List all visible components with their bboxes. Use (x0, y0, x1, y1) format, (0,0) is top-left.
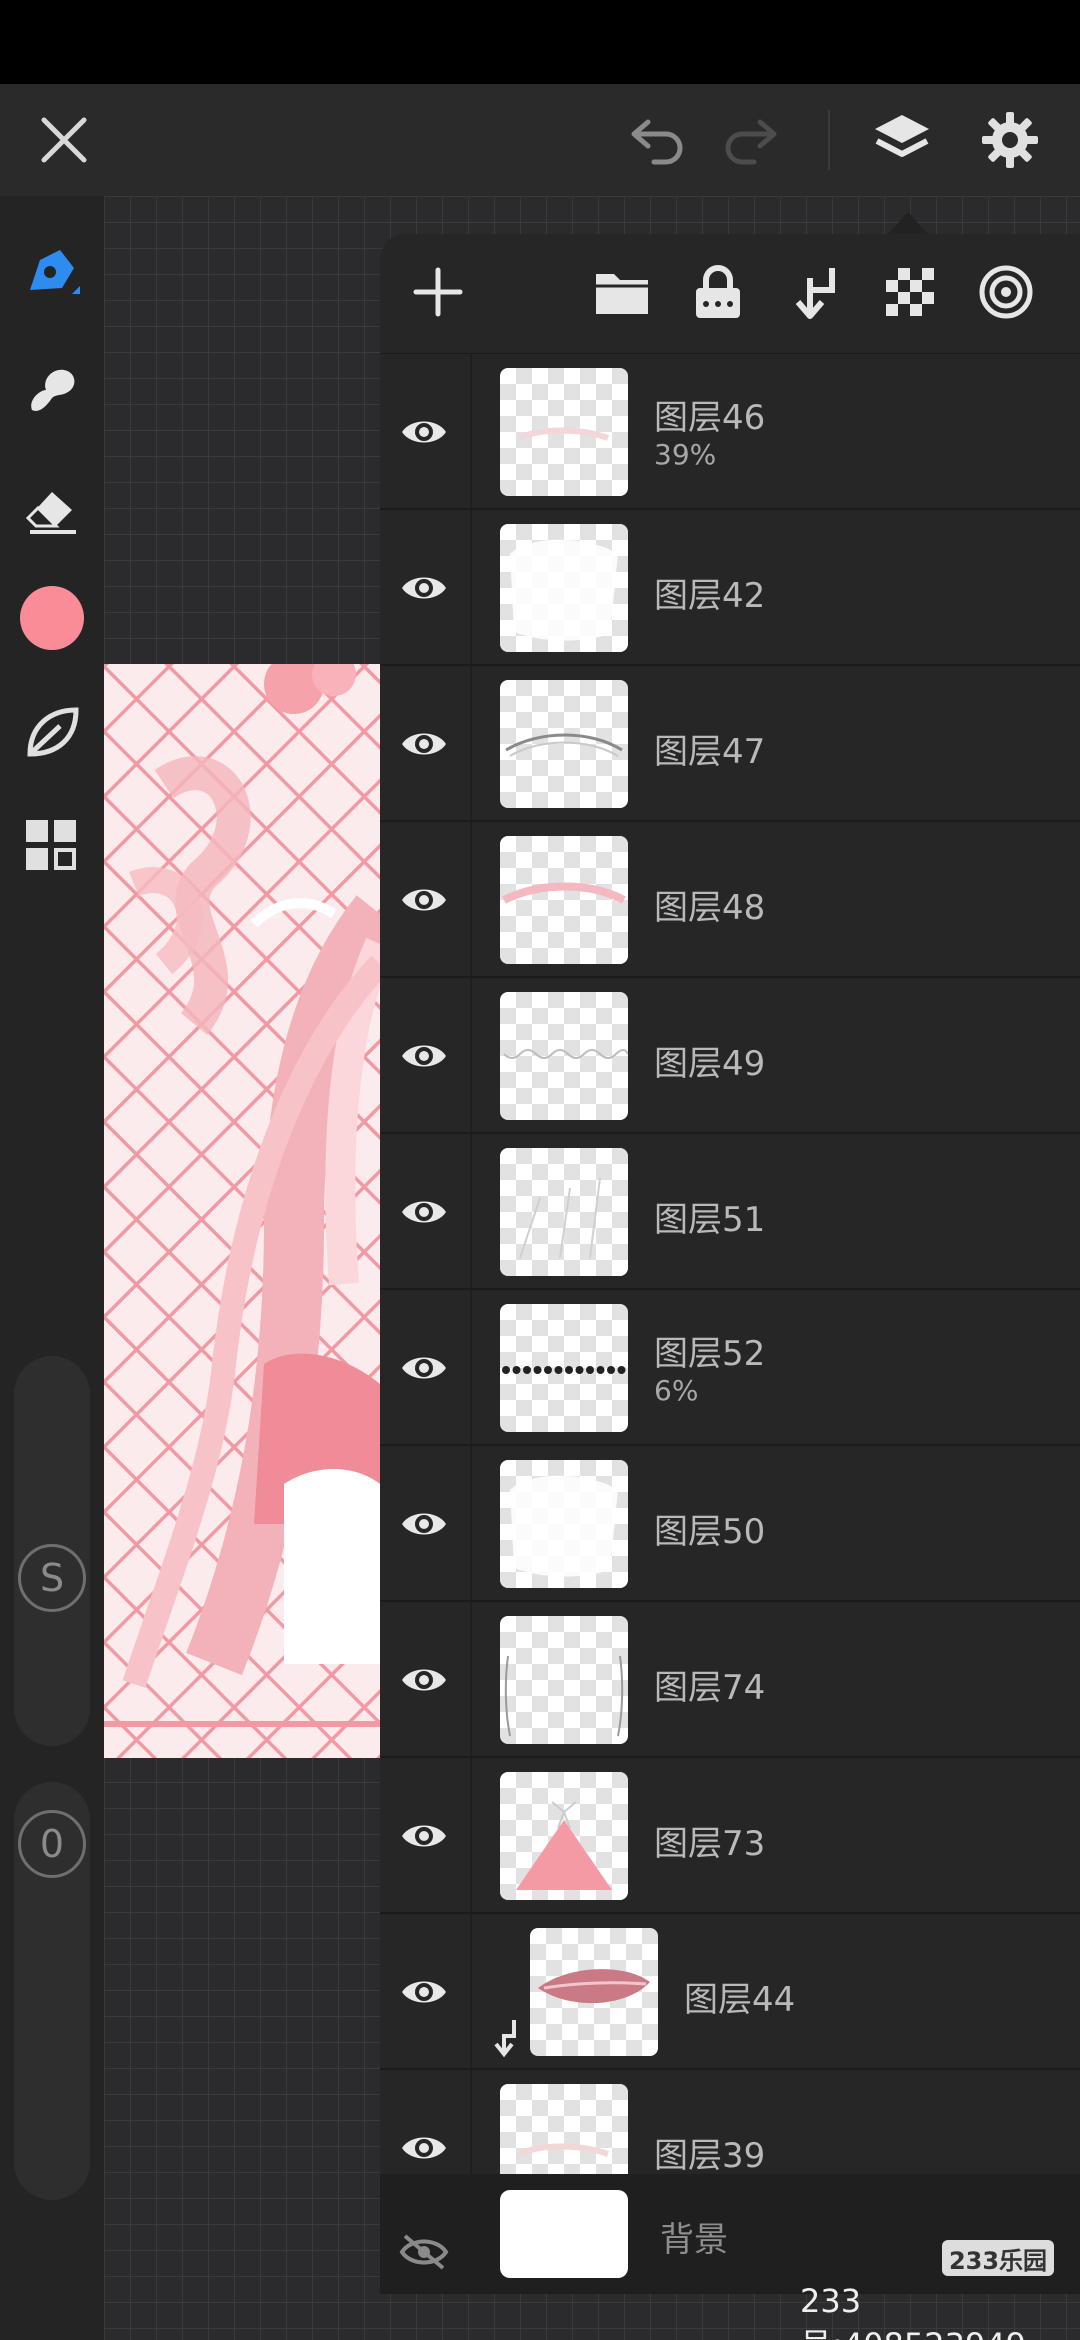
row-divider (470, 354, 472, 508)
layer-name: 图层52 (654, 1334, 766, 1374)
layer-panel: 图层46 39% 图层42 图层47 图层48 图层49 图层51 图层52 6% 图层50 图层7… (380, 234, 1080, 2294)
layer-thumbnail (500, 368, 628, 496)
size-badge: S (18, 1544, 86, 1612)
lock-icon[interactable] (686, 260, 750, 324)
checker-icon[interactable] (878, 260, 942, 324)
eye-icon[interactable] (394, 870, 454, 930)
eye-icon[interactable] (394, 1026, 454, 1086)
folder-icon[interactable] (590, 260, 654, 324)
layer-row[interactable]: 图层44 (380, 1914, 1080, 2070)
eye-icon[interactable] (394, 1182, 454, 1242)
add-icon[interactable] (406, 260, 470, 324)
row-divider (470, 1602, 472, 1756)
row-divider (470, 1758, 472, 1912)
close-icon[interactable] (30, 106, 98, 174)
opacity-badge: 0 (18, 1810, 86, 1878)
layer-name: 图层47 (654, 732, 766, 772)
eye-icon[interactable] (394, 558, 454, 618)
background-thumbnail (500, 2190, 628, 2278)
background-layer-row[interactable]: 背景 (380, 2174, 1080, 2294)
row-divider (470, 510, 472, 664)
eye-icon[interactable] (394, 402, 454, 462)
layer-name: 图层49 (654, 1044, 766, 1084)
row-divider (470, 1446, 472, 1600)
layer-thumbnail (500, 836, 628, 964)
layer-row[interactable]: 图层48 (380, 822, 1080, 978)
layer-name: 图层48 (654, 888, 766, 928)
eye-icon[interactable] (394, 1962, 454, 2022)
status-bar (0, 0, 1080, 84)
layer-row[interactable]: 图层49 (380, 978, 1080, 1134)
layer-row[interactable]: 图层73 (380, 1758, 1080, 1914)
watermark-logo: 233乐园 (942, 2240, 1054, 2276)
layer-name: 图层74 (654, 1668, 766, 1708)
eye-icon[interactable] (394, 1338, 454, 1398)
layer-thumbnail (500, 1148, 628, 1276)
layer-row[interactable]: 图层46 39% (380, 354, 1080, 510)
eye-icon[interactable] (394, 1806, 454, 1866)
layer-thumbnail (500, 524, 628, 652)
row-divider (470, 1914, 472, 2068)
grid-icon[interactable] (14, 808, 90, 884)
toolbar-divider (828, 110, 830, 170)
merge-down-icon[interactable] (782, 260, 846, 324)
layer-name: 图层51 (654, 1200, 766, 1240)
layer-name: 图层42 (654, 576, 766, 616)
row-divider (470, 822, 472, 976)
eye-icon[interactable] (394, 1650, 454, 1710)
layer-thumbnail (500, 1616, 628, 1744)
layer-name: 图层39 (654, 2136, 766, 2176)
row-divider (470, 978, 472, 1132)
layer-row[interactable]: 图层51 (380, 1134, 1080, 1290)
watermark-id: 233号:408523949 (800, 2282, 1026, 2340)
pen-icon[interactable] (14, 234, 90, 310)
layer-thumbnail (500, 1304, 628, 1432)
row-divider (470, 1134, 472, 1288)
layer-opacity: 39% (654, 438, 717, 471)
layer-list: 图层46 39% 图层42 图层47 图层48 图层49 图层51 图层52 6% 图层50 图层7… (380, 354, 1080, 2226)
eraser-icon[interactable] (14, 470, 90, 546)
layer-name: 图层73 (654, 1824, 766, 1864)
row-divider (470, 666, 472, 820)
layer-thumbnail (530, 1928, 658, 2056)
layer-row[interactable]: 图层50 (380, 1446, 1080, 1602)
smudge-icon[interactable] (14, 352, 90, 428)
layer-name: 图层44 (684, 1980, 796, 2020)
layer-row[interactable]: 图层74 (380, 1602, 1080, 1758)
artwork-preview (104, 664, 380, 1758)
clipping-mask-icon (492, 2018, 522, 2058)
color-swatch[interactable] (20, 586, 84, 650)
layer-row[interactable]: 图层47 (380, 666, 1080, 822)
layer-opacity: 6% (654, 1374, 699, 1407)
layer-name: 图层46 (654, 398, 766, 438)
layer-thumbnail (500, 1460, 628, 1588)
background-layer-name: 背景 (660, 2220, 728, 2260)
target-icon[interactable] (974, 260, 1038, 324)
layer-thumbnail (500, 992, 628, 1120)
gear-icon[interactable] (976, 106, 1044, 174)
layer-name: 图层50 (654, 1512, 766, 1552)
panel-pointer (886, 212, 930, 236)
leaf-icon[interactable] (14, 694, 90, 770)
layer-thumbnail (500, 1772, 628, 1900)
hidden-eye-icon[interactable] (394, 2222, 454, 2282)
redo-icon[interactable] (718, 106, 786, 174)
undo-icon[interactable] (622, 106, 690, 174)
layers-icon[interactable] (868, 106, 936, 174)
layer-thumbnail (500, 680, 628, 808)
eye-icon[interactable] (394, 714, 454, 774)
eye-icon[interactable] (394, 1494, 454, 1554)
layer-row[interactable]: 图层52 6% (380, 1290, 1080, 1446)
row-divider (470, 1290, 472, 1444)
layer-row[interactable]: 图层42 (380, 510, 1080, 666)
eye-icon[interactable] (394, 2118, 454, 2178)
layer-panel-toolbar (380, 234, 1080, 354)
